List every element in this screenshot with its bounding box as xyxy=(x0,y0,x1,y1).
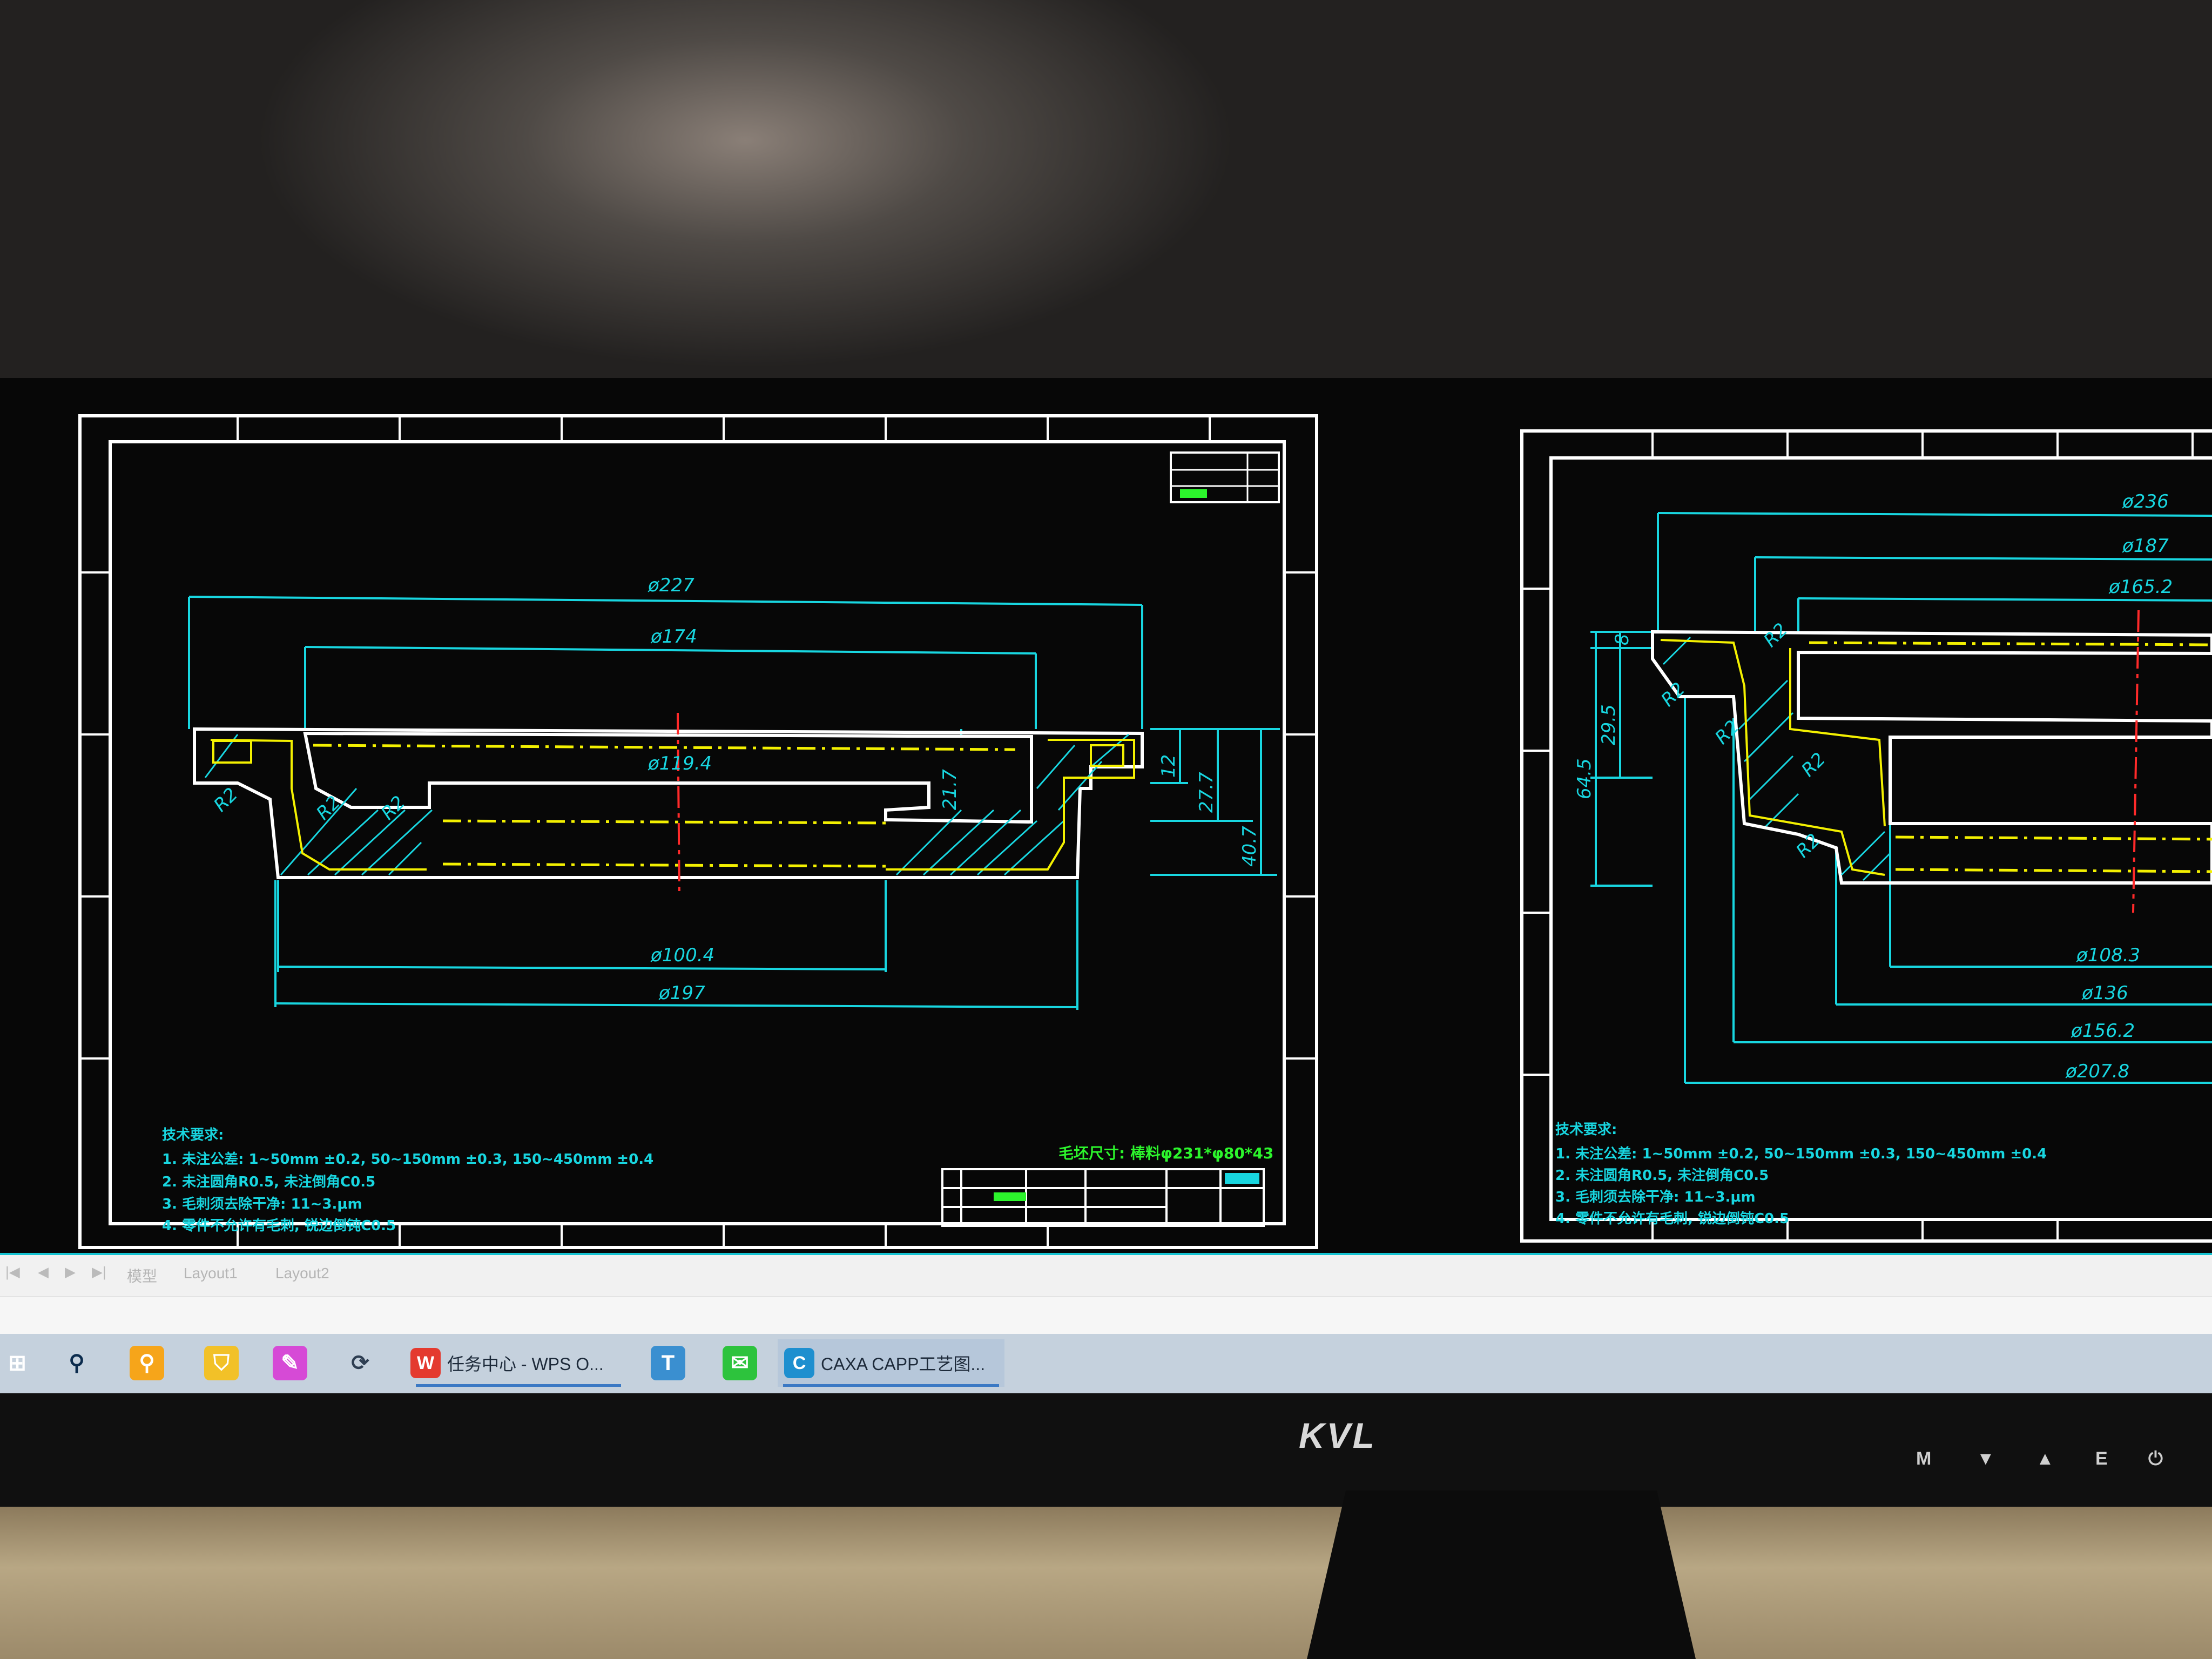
active-indicator xyxy=(416,1384,621,1387)
drawing-canvas-right: ø236 ø187 ø165.2 ø108.3 ø136 ø156.2 ø207… xyxy=(1520,429,2212,1243)
monitor-power-icon[interactable]: ⏻ xyxy=(2148,1448,2163,1469)
dim-d207: ø207.8 xyxy=(2065,1061,2129,1082)
drawing-canvas-left: ø227 ø174 ø119.4 ø100.4 ø197 21.7 12 27.… xyxy=(78,414,1318,1249)
prev-tab-arrow-icon[interactable]: ◀ xyxy=(38,1264,49,1280)
wall-background xyxy=(0,0,2212,410)
dim-d100: ø100.4 xyxy=(650,945,714,966)
windows-taskbar: ⊞ ⚲ ⚲ ⛉ ✎ ⟳ W 任务中心 - WPS O... T ✉ C CAXA… xyxy=(0,1334,2212,1393)
active-indicator xyxy=(783,1384,999,1387)
dim-d108: ø108.3 xyxy=(2076,945,2140,966)
dim-r1: R2 xyxy=(210,784,242,816)
dim-d156: ø156.2 xyxy=(2071,1020,2135,1042)
dim-v12: 12 xyxy=(1158,754,1179,778)
security-shield-icon[interactable]: ⛉ xyxy=(204,1346,239,1380)
note-left-4: 4. 零件不允许有毛刺, 锐边倒钝C0.5 xyxy=(162,1217,396,1234)
dim-v217: 21.7 xyxy=(939,769,961,810)
status-bar xyxy=(0,1296,2212,1334)
wps-icon: W xyxy=(410,1348,441,1378)
dim-d236: ø236 xyxy=(2122,491,2169,512)
notes-title-left: 技术要求: xyxy=(162,1127,224,1143)
search-icon[interactable]: ⚲ xyxy=(59,1346,94,1380)
caxa-icon: C xyxy=(784,1348,814,1378)
first-tab-arrow-icon[interactable]: |◀ xyxy=(5,1264,20,1280)
tab-model[interactable]: 模型 xyxy=(127,1265,157,1286)
sync-app-icon[interactable]: ⟳ xyxy=(343,1346,377,1380)
caxa-tools-icon[interactable]: T xyxy=(651,1346,685,1380)
dim-d227: ø227 xyxy=(648,575,694,596)
dim-d119: ø119.4 xyxy=(648,753,712,774)
dim-v8: 8 xyxy=(1611,633,1633,645)
dim-r-right-4: R2 xyxy=(1797,748,1830,781)
dim-d165: ø165.2 xyxy=(2108,576,2173,598)
monitor-menu-button[interactable]: M xyxy=(1916,1448,1931,1469)
note-right-1: 1. 未注公差: 1~50mm ±0.2, 50~150mm ±0.3, 150… xyxy=(1555,1145,2047,1162)
dim-d174: ø174 xyxy=(650,626,697,648)
blank-size-note: 毛坯尺寸: 棒料φ231*φ80*43 xyxy=(1058,1144,1273,1162)
everything-search-icon[interactable]: ⚲ xyxy=(130,1346,164,1380)
note-left-2: 2. 未注圆角R0.5, 未注倒角C0.5 xyxy=(162,1174,375,1190)
paint-app-icon[interactable]: ✎ xyxy=(273,1346,307,1380)
note-right-4: 4. 零件不允许有毛刺, 锐边倒钝C0.5 xyxy=(1555,1210,1789,1227)
drawing-sheet-left[interactable]: ø227 ø174 ø119.4 ø100.4 ø197 21.7 12 27.… xyxy=(76,410,1323,1253)
caxa-task-button[interactable]: C CAXA CAPP工艺图... xyxy=(778,1339,1004,1387)
note-left-3: 3. 毛刺须去除干净: 11~3.μm xyxy=(162,1196,362,1212)
wps-task-button[interactable]: W 任务中心 - WPS O... xyxy=(410,1339,626,1387)
note-right-2: 2. 未注圆角R0.5, 未注倒角C0.5 xyxy=(1555,1167,1769,1184)
layout-tabs-bar: |◀ ◀ ▶ ▶| 模型 Layout1 Layout2 xyxy=(0,1253,2212,1298)
monitor-down-button[interactable]: ▼ xyxy=(1977,1448,1995,1469)
desk-surface xyxy=(0,1507,2212,1659)
dim-d136: ø136 xyxy=(2081,982,2128,1004)
monitor-stand xyxy=(1307,1491,1696,1659)
windows-start-icon[interactable]: ⊞ xyxy=(0,1346,35,1380)
title-block-left xyxy=(941,1168,1265,1227)
caxa-task-label: CAXA CAPP工艺图... xyxy=(821,1354,986,1374)
next-tab-arrow-icon[interactable]: ▶ xyxy=(65,1264,76,1280)
wps-task-label: 任务中心 - WPS O... xyxy=(447,1354,604,1374)
monitor-brand-logo: KVL xyxy=(1299,1415,1377,1455)
monitor-exit-button[interactable]: E xyxy=(2095,1448,2108,1469)
last-tab-arrow-icon[interactable]: ▶| xyxy=(92,1264,106,1280)
dim-v645: 64.5 xyxy=(1574,758,1595,799)
note-left-1: 1. 未注公差: 1~50mm ±0.2, 50~150mm ±0.3, 150… xyxy=(162,1151,653,1168)
dim-d187: ø187 xyxy=(2122,535,2169,557)
dim-v277: 27.7 xyxy=(1196,772,1217,813)
dim-r-right-1: R2 xyxy=(1759,619,1792,651)
dim-v295: 29.5 xyxy=(1598,704,1620,745)
dim-d197: ø197 xyxy=(658,982,705,1004)
notes-title-right: 技术要求: xyxy=(1555,1122,1617,1138)
monitor-up-button[interactable]: ▲ xyxy=(2036,1448,2054,1469)
dim-v407: 40.7 xyxy=(1239,826,1260,867)
drawing-sheet-right[interactable]: ø236 ø187 ø165.2 ø108.3 ø136 ø156.2 ø207… xyxy=(1518,427,2212,1253)
cad-screen: ø227 ø174 ø119.4 ø100.4 ø197 21.7 12 27.… xyxy=(0,378,2212,1253)
tab-layout1[interactable]: Layout1 xyxy=(184,1265,238,1282)
monitor-bezel: KVL M ▼ ▲ E ⏻ xyxy=(0,1393,2212,1507)
tab-layout2[interactable]: Layout2 xyxy=(275,1265,329,1282)
wechat-icon[interactable]: ✉ xyxy=(723,1346,757,1380)
note-right-3: 3. 毛刺须去除干净: 11~3.μm xyxy=(1555,1189,1756,1205)
